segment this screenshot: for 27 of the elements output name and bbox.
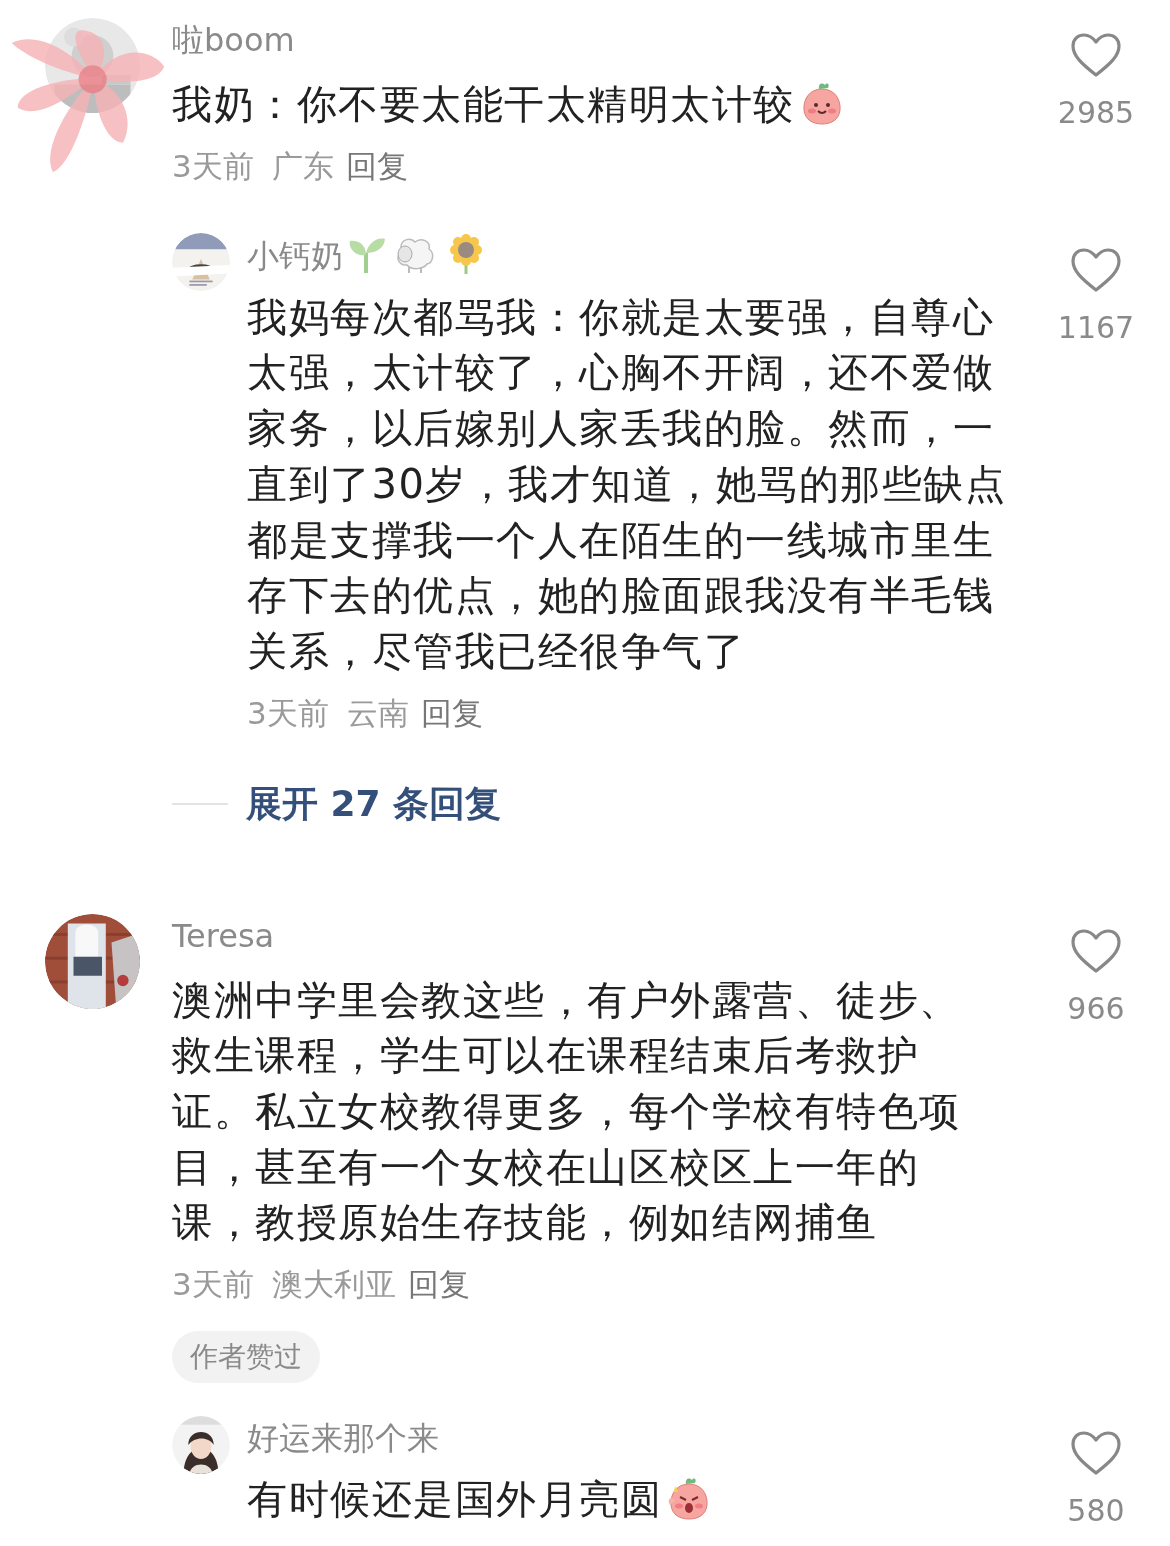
heart-icon[interactable] — [1070, 1430, 1122, 1477]
expand-replies-link[interactable]: 展开 27 条回复 — [246, 778, 502, 829]
comment-location: 广东 — [271, 146, 334, 186]
heart-icon[interactable] — [1070, 927, 1122, 974]
heart-icon[interactable] — [1070, 246, 1122, 293]
comment-location: 澳大利亚 — [271, 1265, 396, 1305]
reply-link[interactable]: 回复 — [407, 1262, 470, 1307]
comment-time: 3天前 — [172, 146, 254, 186]
username[interactable]: 好运来那个来 — [247, 1419, 439, 1458]
comment-location: 云南 — [346, 693, 409, 733]
comment-time: 3天前 — [247, 693, 329, 733]
comment-time: 3天前 — [172, 1265, 254, 1305]
comment-text: 有时候还是国外月亮圆 — [247, 1476, 662, 1523]
like-count: 580 — [1067, 1492, 1125, 1531]
like-count: 966 — [1067, 989, 1125, 1028]
heart-icon[interactable] — [1070, 32, 1122, 78]
like-count: 1167 — [1057, 308, 1135, 347]
username[interactable]: Teresa — [172, 916, 275, 955]
comment-text: 我奶：你不要太能干太精明太计较 — [172, 81, 795, 127]
comment-text: 我妈每次都骂我：你就是太要强，自尊心太强，太计较了，心胸不开阔，还不爱做家务，以后嫁别人家丢我的脸。然而，一直到了30岁，我才知道，她骂的那些缺点都是支撑我一个人在陌生的一线城市里生存下去的优点，她的脸面跟我没有半毛钱关系，尽管我已经很争气了 — [247, 293, 1007, 674]
reply-link[interactable]: 回复 — [345, 143, 408, 188]
like-count: 2985 — [1057, 94, 1135, 132]
username[interactable]: 啦boom — [172, 21, 295, 59]
username[interactable]: 小钙奶 — [247, 236, 343, 275]
comment-text: 澳洲中学里会教这些，有户外露营、徒步、救生课程，学生可以在课程结束后考救护证。私立女校教得更多，每个学校有特色项目，甚至有一个女校在山区校区上一年的课，教授原始生存技能，例如结网捕鱼 — [172, 976, 961, 1246]
author-liked-badge: 作者赞过 — [172, 1331, 320, 1384]
reply-link[interactable]: 回复 — [420, 690, 483, 735]
